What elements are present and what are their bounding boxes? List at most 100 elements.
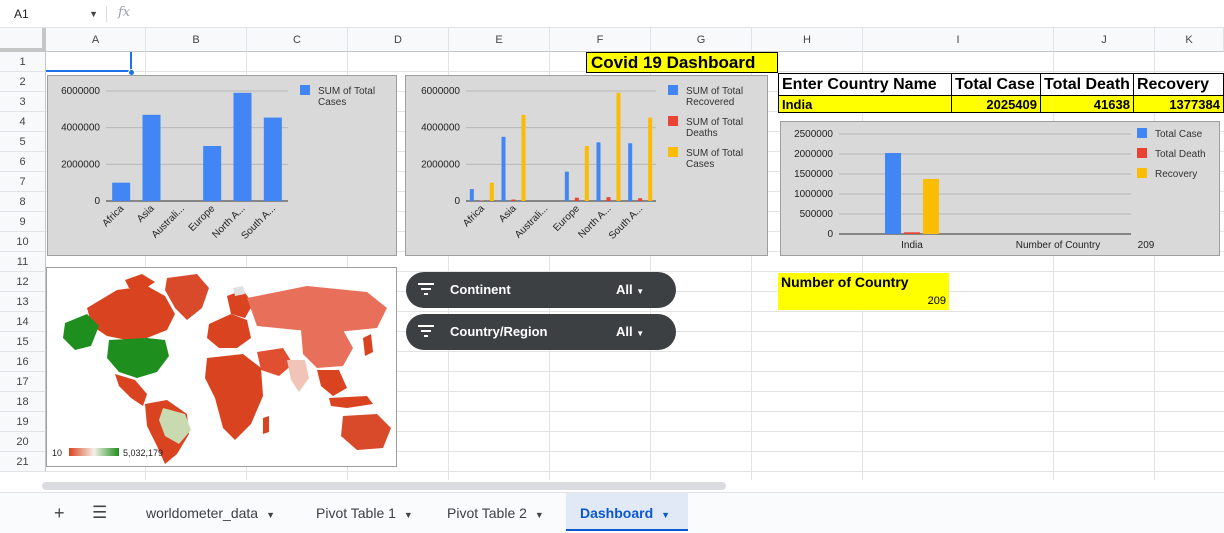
bar[interactable]	[606, 197, 611, 201]
row-header-15[interactable]: 15	[0, 332, 46, 352]
bar[interactable]	[469, 189, 474, 201]
sheet-tab-pivot-table-2[interactable]: Pivot Table 2 ▼	[433, 493, 565, 531]
bar[interactable]	[521, 114, 526, 201]
row-header-19[interactable]: 19	[0, 412, 46, 432]
column-header-d[interactable]: D	[348, 28, 449, 52]
filter-value[interactable]: All ▼	[616, 324, 644, 339]
row-header-14[interactable]: 14	[0, 312, 46, 332]
dashboard-title[interactable]: Covid 19 Dashboard	[586, 52, 778, 73]
bar[interactable]	[574, 197, 579, 201]
row-header-9[interactable]: 9	[0, 212, 46, 232]
bar[interactable]	[263, 117, 282, 201]
row-header-7[interactable]: 7	[0, 172, 46, 192]
caret-down-icon[interactable]: ▼	[661, 510, 670, 520]
column-header-f[interactable]: F	[550, 28, 651, 52]
sheet-tab-worldometer-data[interactable]: worldometer_data ▼	[132, 493, 302, 531]
column-header-i[interactable]: I	[863, 28, 1054, 52]
column-header-j[interactable]: J	[1054, 28, 1155, 52]
row-header-2[interactable]: 2	[0, 72, 46, 92]
all-sheets-menu-icon[interactable]: ☰	[92, 503, 107, 523]
bar[interactable]	[564, 171, 569, 201]
header-country-name[interactable]: Enter Country Name	[778, 73, 952, 96]
bar[interactable]	[648, 117, 653, 201]
map-legend-min: 10	[52, 448, 62, 458]
bar[interactable]	[904, 232, 920, 234]
country-name-input[interactable]: India	[778, 95, 952, 113]
number-of-country-value[interactable]: 209	[778, 292, 949, 310]
bar[interactable]	[885, 152, 901, 234]
row-header-1[interactable]: 1	[0, 52, 46, 72]
grid-line	[862, 52, 863, 480]
sheet-tab-pivot-table-1[interactable]: Pivot Table 1 ▼	[302, 493, 432, 531]
fx-icon: fx	[118, 5, 131, 20]
geo-map-chart[interactable]: 10 5,032,179	[46, 267, 397, 467]
legend-swatch	[300, 85, 310, 95]
column-header-e[interactable]: E	[449, 28, 550, 52]
number-of-country-label[interactable]: Number of Country	[778, 273, 949, 292]
bar[interactable]	[628, 143, 633, 201]
name-box[interactable]: A1 ▼	[6, 4, 102, 24]
horizontal-scrollbar[interactable]	[42, 482, 726, 490]
column-header-c[interactable]: C	[247, 28, 348, 52]
row-header-13[interactable]: 13	[0, 292, 46, 312]
filter-chip-country-region[interactable]: Country/Region All ▼	[406, 314, 676, 350]
filter-value[interactable]: All ▼	[616, 282, 644, 297]
bar[interactable]	[142, 114, 161, 201]
bar[interactable]	[616, 92, 621, 201]
bar[interactable]	[203, 146, 222, 201]
header-total-death[interactable]: Total Death	[1040, 73, 1134, 96]
legend-label: Total Case	[1155, 129, 1203, 140]
column-header-b[interactable]: B	[146, 28, 247, 52]
bar[interactable]	[923, 178, 939, 234]
y-tick-label: 2000000	[61, 159, 100, 170]
row-header-18[interactable]: 18	[0, 392, 46, 412]
bar[interactable]	[501, 136, 506, 201]
country-table-header: Enter Country Name Total Case Total Deat…	[778, 73, 1224, 96]
sheet-tab-dashboard[interactable]: Dashboard ▼	[566, 493, 688, 531]
row-header-8[interactable]: 8	[0, 192, 46, 212]
y-tick-label: 2500000	[794, 129, 833, 140]
add-sheet-plus-icon[interactable]: +	[54, 503, 65, 524]
y-tick-label: 0	[454, 196, 460, 207]
column-header-g[interactable]: G	[651, 28, 752, 52]
bar[interactable]	[233, 92, 252, 201]
column-header-k[interactable]: K	[1155, 28, 1224, 52]
column-header-a[interactable]: A	[46, 28, 146, 52]
row-header-12[interactable]: 12	[0, 272, 46, 292]
legend-swatch	[1137, 148, 1147, 158]
row-header-21[interactable]: 21	[0, 452, 46, 472]
row-header-3[interactable]: 3	[0, 92, 46, 112]
total-death-value[interactable]: 41638	[1040, 95, 1134, 113]
chart-country-summary[interactable]: 2500000 2000000 1500000 1000000 500000 0 India…	[780, 121, 1220, 256]
bar[interactable]	[596, 142, 601, 201]
column-header-h[interactable]: H	[752, 28, 863, 52]
row-header-20[interactable]: 20	[0, 432, 46, 452]
select-all-corner[interactable]	[0, 28, 46, 52]
bar[interactable]	[511, 199, 516, 201]
bar[interactable]	[638, 198, 643, 201]
caret-down-icon[interactable]: ▼	[266, 510, 275, 520]
chart-total-cases-by-continent[interactable]: 6000000 4000000 2000000 0 Africa Asia Australi…	[47, 75, 397, 256]
row-header-17[interactable]: 17	[0, 372, 46, 392]
header-recovery[interactable]: Recovery	[1132, 73, 1224, 96]
formula-bar: A1 ▼ fx	[0, 0, 1224, 28]
row-header-5[interactable]: 5	[0, 132, 46, 152]
caret-down-icon[interactable]: ▼	[535, 510, 544, 520]
header-total-case[interactable]: Total Case	[951, 73, 1041, 96]
chart-recovered-deaths-cases-by-continent[interactable]: 6000000 4000000 2000000 0 Africa Asia Australi…	[405, 75, 768, 256]
bar[interactable]	[489, 182, 494, 201]
caret-down-icon[interactable]: ▼	[404, 510, 413, 520]
row-header-16[interactable]: 16	[0, 352, 46, 372]
bar[interactable]	[584, 146, 589, 201]
row-header-11[interactable]: 11	[0, 252, 46, 272]
filter-icon	[418, 325, 434, 339]
row-header-4[interactable]: 4	[0, 112, 46, 132]
row-header-10[interactable]: 10	[0, 232, 46, 252]
filter-chip-continent[interactable]: Continent All ▼	[406, 272, 676, 308]
recovery-value[interactable]: 1377384	[1132, 95, 1224, 113]
bar[interactable]	[112, 182, 131, 201]
chevron-down-icon[interactable]: ▼	[89, 4, 98, 24]
row-header-6[interactable]: 6	[0, 152, 46, 172]
total-case-value[interactable]: 2025409	[951, 95, 1041, 113]
selected-cell-a1[interactable]	[46, 52, 132, 72]
